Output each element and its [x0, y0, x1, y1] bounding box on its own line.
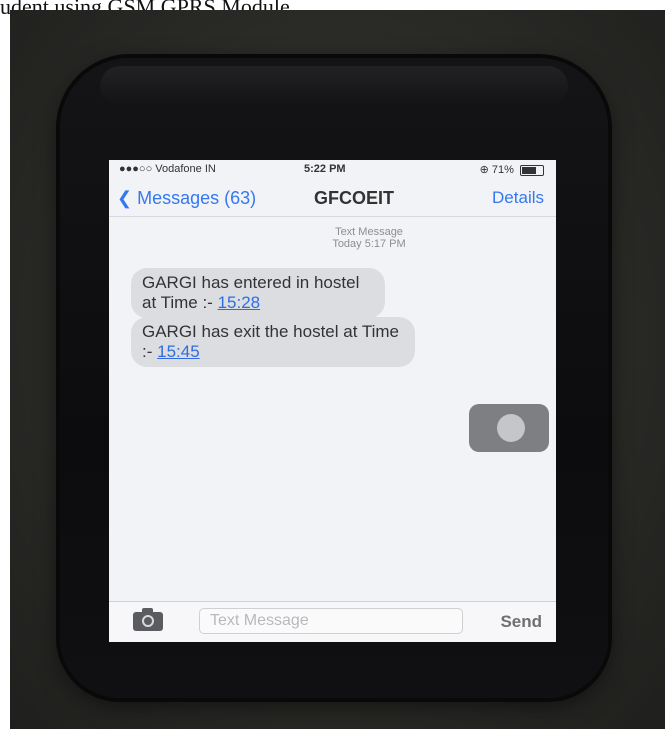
message-bubble[interactable]: GARGI has exit the hostel at Time :- 15:… — [131, 317, 415, 367]
phone-photo: ●●●○○ Vodafone IN 5:22 PM ⊕ 71% ❮ Messag… — [10, 10, 665, 729]
phone-gloss — [100, 66, 568, 106]
time-link[interactable]: 15:45 — [157, 342, 200, 361]
battery-icon — [520, 164, 544, 176]
composer-bar: Send — [109, 601, 556, 642]
chevron-left-icon: ❮ — [117, 188, 133, 208]
assistive-touch-icon — [497, 414, 525, 442]
clock: 5:22 PM — [304, 163, 346, 175]
battery-indicator: ⊕ 71% — [480, 163, 544, 176]
camera-icon[interactable] — [133, 608, 163, 631]
message-date-label: Today 5:17 PM — [332, 238, 406, 250]
message-bubble[interactable]: GARGI has entered in hostel at Time :- 1… — [131, 268, 385, 318]
back-button[interactable]: ❮ Messages (63) — [117, 188, 256, 209]
details-button[interactable]: Details — [492, 188, 544, 208]
conversation-title: GFCOEIT — [314, 188, 394, 208]
send-button[interactable]: Send — [500, 612, 542, 632]
assistive-touch-button[interactable] — [469, 404, 549, 452]
status-bar: ●●●○○ Vodafone IN 5:22 PM ⊕ 71% — [109, 160, 556, 178]
nav-bar: ❮ Messages (63) GFCOEIT Details — [109, 182, 556, 217]
battery-percent: ⊕ 71% — [479, 164, 514, 176]
time-link[interactable]: 15:28 — [218, 293, 261, 312]
phone-screen: ●●●○○ Vodafone IN 5:22 PM ⊕ 71% ❮ Messag… — [109, 160, 556, 642]
back-label: Messages (63) — [137, 188, 257, 208]
message-input[interactable] — [199, 608, 463, 634]
message-type-label: Text Message — [335, 226, 403, 238]
carrier-label: ●●●○○ Vodafone IN — [119, 163, 216, 175]
thread-meta: Text Message Today 5:17 PM — [269, 226, 469, 250]
